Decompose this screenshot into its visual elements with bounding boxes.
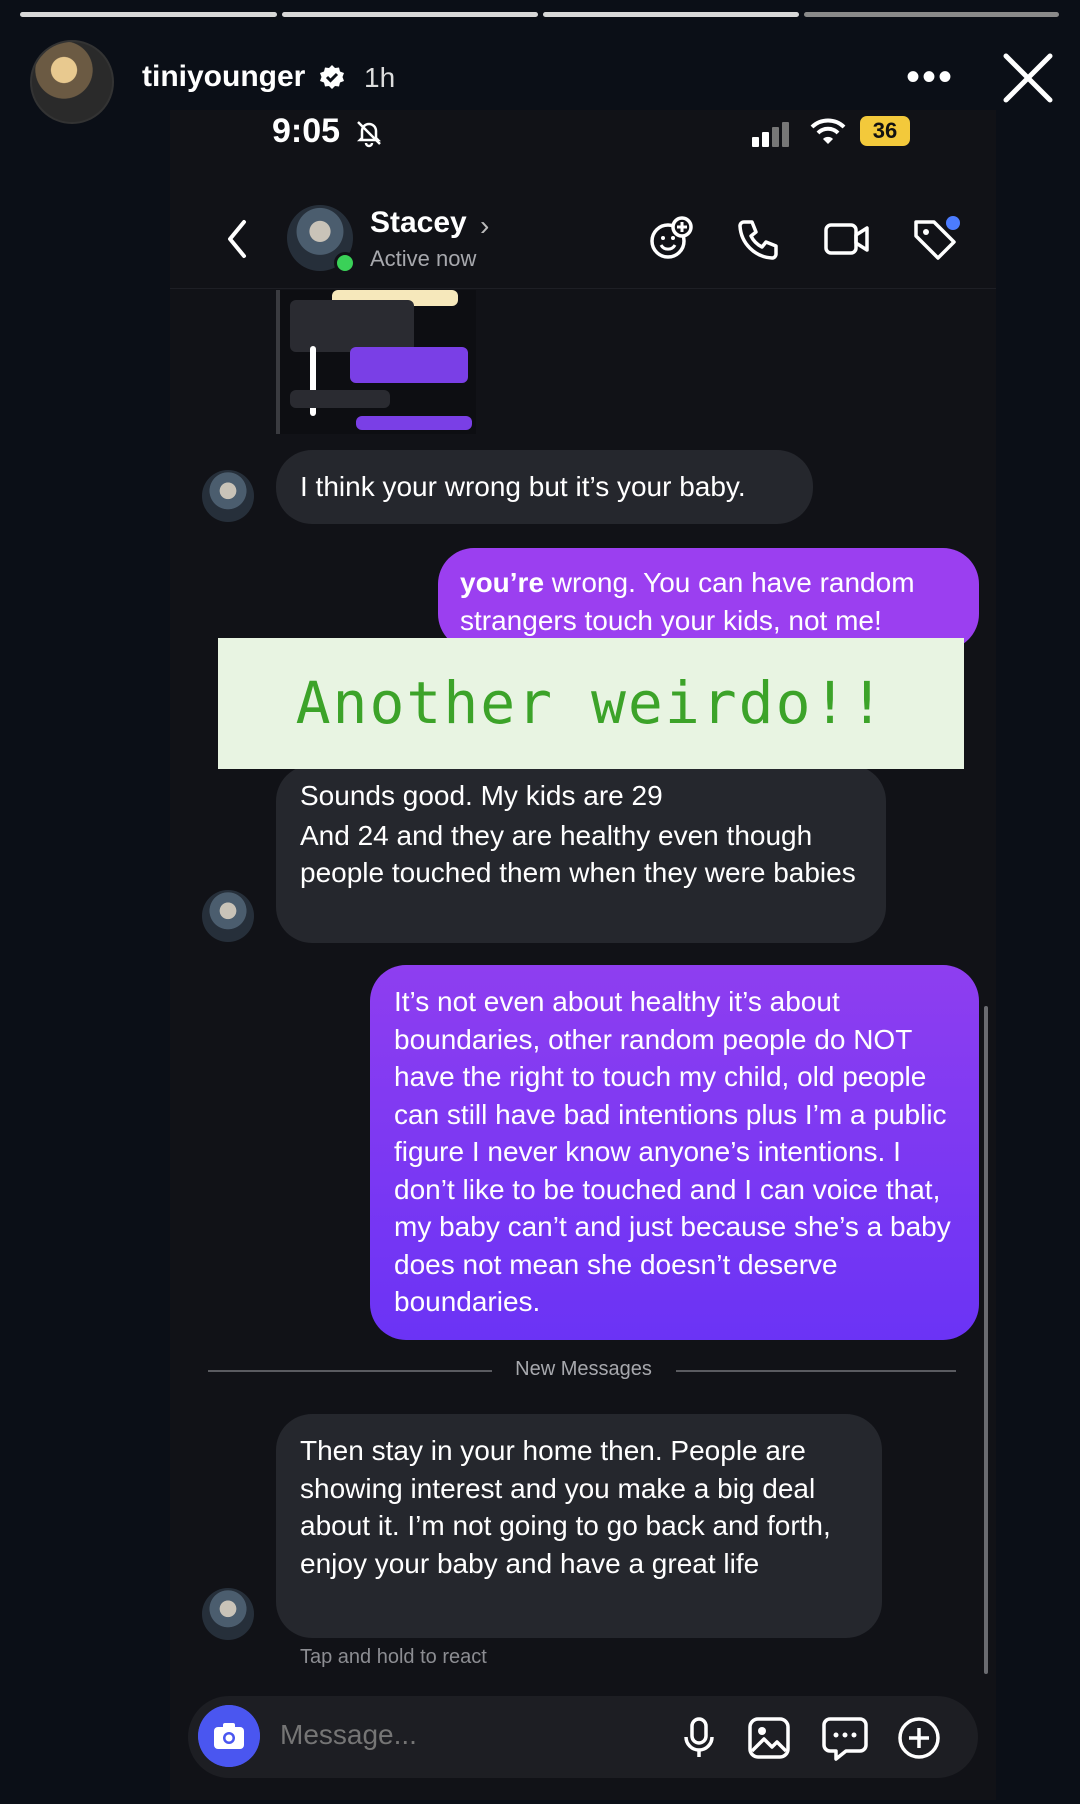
- contact-name[interactable]: Stacey: [370, 206, 467, 240]
- battery-indicator: 36: [860, 116, 910, 146]
- story-avatar[interactable]: [30, 40, 114, 124]
- status-time: 9:05: [272, 112, 341, 150]
- message-bubble-outgoing[interactable]: It’s not even about healthy it’s about b…: [370, 965, 979, 1340]
- story-progress-3: [543, 12, 799, 17]
- story-text-sticker: Another weirdo!!: [218, 638, 964, 769]
- new-messages-label: New Messages: [515, 1358, 652, 1380]
- contact-status: Active now: [370, 246, 477, 271]
- online-indicator: [334, 252, 356, 274]
- quoted-screenshot-thumbnail[interactable]: [276, 290, 476, 434]
- silent-bell-icon: [356, 121, 382, 148]
- new-messages-divider-right: [676, 1370, 956, 1372]
- signal-icon: [752, 122, 792, 147]
- sticker-icon[interactable]: [822, 1715, 868, 1761]
- verified-icon: [320, 65, 344, 89]
- message-emphasis: you’re: [460, 567, 545, 598]
- scrollbar[interactable]: [984, 1006, 988, 1674]
- react-hint: Tap and hold to react: [300, 1646, 487, 1668]
- sender-avatar[interactable]: [202, 470, 254, 522]
- more-icon[interactable]: •••: [906, 57, 954, 97]
- new-messages-divider-left: [208, 1370, 492, 1372]
- camera-icon[interactable]: [198, 1705, 260, 1767]
- message-line: And 24 and they are healthy even though …: [300, 819, 856, 889]
- plus-icon[interactable]: [896, 1715, 942, 1761]
- mic-icon[interactable]: [676, 1715, 722, 1761]
- story-username[interactable]: tiniyounger: [142, 60, 305, 94]
- header-divider: [170, 288, 996, 289]
- message-line: Sounds good. My kids are 29: [300, 780, 663, 811]
- message-bubble-incoming[interactable]: I think your wrong but it’s your baby.: [276, 450, 813, 524]
- story-time: 1h: [364, 62, 396, 93]
- phone-icon[interactable]: [734, 214, 784, 264]
- effects-icon[interactable]: [646, 214, 696, 264]
- story-progress-2: [282, 12, 538, 17]
- video-icon[interactable]: [822, 214, 872, 264]
- wifi-icon: [810, 118, 846, 144]
- image-icon[interactable]: [746, 1715, 792, 1761]
- sender-avatar[interactable]: [202, 1588, 254, 1640]
- story-progress-1: [20, 12, 277, 17]
- notification-dot: [946, 216, 960, 230]
- message-bubble-outgoing[interactable]: you’re wrong. You can have random strang…: [438, 548, 979, 650]
- sender-avatar[interactable]: [202, 890, 254, 942]
- message-input[interactable]: [278, 1718, 662, 1752]
- close-icon[interactable]: [1000, 50, 1056, 106]
- chevron-right-icon[interactable]: ›: [480, 210, 489, 242]
- back-icon[interactable]: [222, 216, 252, 262]
- message-bubble-incoming[interactable]: Sounds good. My kids are 29 And 24 and t…: [276, 765, 886, 943]
- story-progress-4: [804, 12, 1059, 17]
- message-bubble-incoming[interactable]: Then stay in your home then. People are …: [276, 1414, 882, 1638]
